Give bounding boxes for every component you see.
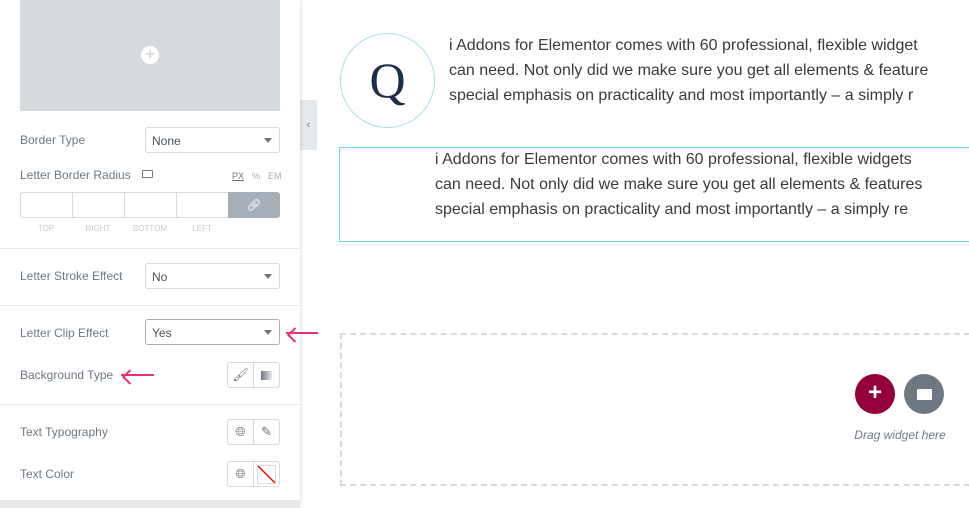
text-line: can need. Not only did we make sure you …	[449, 62, 929, 79]
letter-stroke-effect-select[interactable]: No	[145, 263, 280, 289]
collapse-panel-button[interactable]: ‹	[300, 100, 317, 150]
drag-widget-hint: Drag widget here	[854, 428, 946, 442]
divider	[0, 248, 300, 249]
panel-footer	[0, 500, 300, 508]
image-placeholder[interactable]: +	[20, 0, 280, 111]
border-type-select[interactable]: None	[145, 127, 280, 153]
letter-stroke-effect-label: Letter Stroke Effect	[20, 269, 123, 283]
globe-icon[interactable]: 🌐︎	[228, 420, 254, 444]
chevron-down-icon	[264, 274, 272, 279]
text-line: special emphasis on practicality and mos…	[435, 201, 909, 218]
unit-em[interactable]: EM	[268, 171, 282, 181]
border-type-value: None	[152, 134, 181, 148]
text-line: can need. Not only did we make sure you …	[435, 176, 923, 193]
color-swatch-empty[interactable]	[254, 462, 279, 486]
dropcap-letter: Q	[369, 52, 406, 108]
text-typography-label: Text Typography	[20, 425, 108, 439]
text-typography-controls: 🌐︎ ✎	[227, 419, 280, 445]
divider	[0, 305, 300, 306]
radius-right-input[interactable]	[72, 192, 124, 218]
chevron-down-icon	[264, 330, 272, 335]
text-line: i Addons for Elementor comes with 60 pro…	[435, 151, 912, 168]
text-color-label: Text Color	[20, 467, 75, 481]
radius-bottom-input[interactable]	[124, 192, 176, 218]
bottom-label: BOTTOM	[132, 224, 168, 233]
chevron-down-icon	[264, 138, 272, 143]
radius-top-input[interactable]	[20, 192, 72, 218]
link-values-button[interactable]: 🔗︎	[228, 192, 280, 218]
divider	[0, 404, 300, 405]
radius-left-input[interactable]	[176, 192, 228, 218]
dropcap-circle: Q	[340, 33, 435, 128]
letter-stroke-effect-value: No	[152, 270, 168, 284]
pencil-icon[interactable]: ✎	[254, 420, 279, 444]
gradient-icon[interactable]	[254, 363, 279, 387]
letter-border-radius-label: Letter Border Radius	[20, 168, 131, 182]
letter-clip-effect-label: Letter Clip Effect	[20, 326, 109, 340]
background-type-label: Background Type	[20, 368, 114, 382]
text-color-controls: 🌐︎	[227, 461, 280, 487]
pointer-arrow	[121, 374, 154, 376]
globe-icon[interactable]: 🌐︎	[228, 462, 254, 486]
letter-clip-effect-value: Yes	[152, 326, 172, 340]
top-label: TOP	[37, 224, 55, 233]
add-template-button[interactable]	[904, 374, 944, 414]
text-line: special emphasis on practicality and mos…	[449, 87, 914, 104]
background-type-choices: 🖌︎	[227, 362, 280, 388]
add-section-button[interactable]: +	[855, 374, 895, 414]
brush-icon[interactable]: 🖌︎	[228, 363, 254, 387]
link-icon: 🔗︎	[246, 198, 262, 212]
desktop-icon[interactable]	[142, 170, 153, 178]
settings-panel: + Border Type None Letter Border Radius …	[0, 0, 300, 508]
folder-icon	[917, 389, 932, 400]
letter-clip-effect-select[interactable]: Yes	[145, 319, 280, 345]
unit-percent[interactable]: %	[252, 171, 260, 181]
text-line: i Addons for Elementor comes with 60 pro…	[449, 37, 918, 54]
border-type-label: Border Type	[20, 133, 86, 147]
left-label: LEFT	[192, 224, 212, 233]
unit-px[interactable]: PX	[232, 171, 244, 181]
pointer-arrow	[286, 332, 318, 334]
add-image-icon[interactable]: +	[141, 46, 159, 64]
paragraph-1: i Addons for Elementor comes with 60 pro…	[449, 33, 969, 108]
paragraph-2: i Addons for Elementor comes with 60 pro…	[435, 147, 969, 222]
right-label: RIGHT	[85, 224, 111, 233]
